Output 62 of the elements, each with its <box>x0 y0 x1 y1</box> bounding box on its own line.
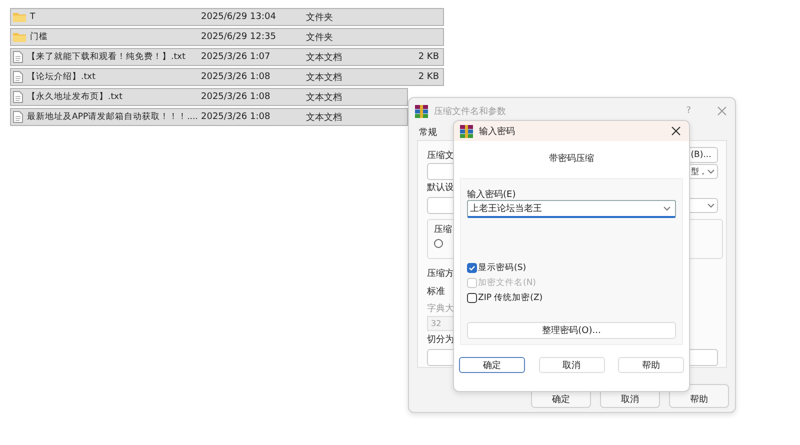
file-row[interactable]: 【来了就能下载和观看！纯免费！】.txt 2025/3/26 1:07 文本文档 2 KB <box>10 48 444 66</box>
file-date: 2025/3/26 1:08 <box>201 112 272 122</box>
file-type: 文本文档 <box>306 112 343 124</box>
organize-passwords-button[interactable]: 整理密码(O)... <box>467 322 676 339</box>
file-row[interactable]: 最新地址及APP请发邮箱自动获取！！！.... 2025/3/26 1:08 文本文档 <box>10 108 408 126</box>
file-type: 文本文档 <box>306 92 343 104</box>
file-date: 2025/6/29 13:04 <box>201 12 277 22</box>
method-value: 标准 <box>427 286 445 298</box>
file-name: 门槛 <box>30 31 48 43</box>
field-label: 压缩文 <box>427 150 454 162</box>
document-icon <box>13 91 23 103</box>
file-date: 2025/3/26 1:08 <box>201 72 272 82</box>
field-label: 压缩方 <box>427 268 454 280</box>
file-date: 2025/3/26 1:07 <box>201 52 272 62</box>
folder-icon <box>13 32 26 42</box>
dialog-button[interactable]: 帮助 <box>618 357 684 373</box>
checkbox-label: ZIP 传统加密(Z) <box>478 292 543 304</box>
window-title: 输入密码 <box>479 126 516 138</box>
dialog-button[interactable]: 确定 <box>459 357 525 373</box>
archive-icon <box>460 124 473 138</box>
file-type: 文本文档 <box>306 72 343 84</box>
file-type: 文本文档 <box>306 52 343 64</box>
file-name: 【永久地址发布页】.txt <box>27 91 122 103</box>
chevron-down-icon <box>663 206 671 211</box>
chevron-down-icon <box>707 202 715 208</box>
file-date: 2025/3/26 1:08 <box>201 92 272 102</box>
file-size: 2 KB <box>418 72 439 82</box>
close-icon <box>717 106 727 116</box>
dialog-button[interactable]: 取消 <box>538 357 604 373</box>
document-icon <box>13 71 23 83</box>
close-icon <box>671 126 681 136</box>
dictionary-field: 32 <box>427 316 454 330</box>
file-row[interactable]: 【论坛介绍】.txt 2025/3/26 1:08 文本文档 2 KB <box>10 68 444 86</box>
document-icon <box>13 111 23 123</box>
file-row[interactable]: 【永久地址发布页】.txt 2025/3/26 1:08 文本文档 <box>10 88 408 106</box>
archive-icon <box>415 104 428 118</box>
checkbox-label: 加密文件名(N) <box>478 277 536 289</box>
group-label: 压缩 <box>434 224 453 236</box>
checkbox[interactable] <box>467 263 477 273</box>
file-row[interactable]: 门槛 2025/6/29 12:35 文件夹 <box>10 28 444 46</box>
window-title: 压缩文件名和参数 <box>434 106 507 118</box>
file-name: T <box>30 12 36 22</box>
folder-icon <box>13 12 26 22</box>
checkbox-label: 显示密码(S) <box>478 262 526 274</box>
field-label: 切分为 <box>427 334 454 346</box>
file-size: 2 KB <box>418 52 439 62</box>
file-type: 文件夹 <box>306 32 334 44</box>
radio-button[interactable] <box>434 239 443 248</box>
file-type: 文件夹 <box>306 12 334 24</box>
password-field[interactable]: 上老王论坛当老王 <box>467 200 676 218</box>
tab[interactable]: 常规 <box>419 126 449 140</box>
field-label: 输入密码(E) <box>467 188 517 200</box>
field-label: 默认设 <box>427 182 454 194</box>
document-icon <box>13 51 23 63</box>
chevron-down-icon <box>707 168 715 174</box>
checkbox[interactable] <box>467 293 477 303</box>
dialog-heading: 带密码压缩 <box>549 152 594 166</box>
file-date: 2025/6/29 12:35 <box>201 32 277 42</box>
file-name: 【来了就能下载和观看！纯免费！】.txt <box>27 51 186 63</box>
file-row[interactable]: T 2025/6/29 13:04 文件夹 <box>10 8 444 26</box>
file-name: 最新地址及APP请发邮箱自动获取！！！.... <box>27 111 198 123</box>
file-name: 【论坛介绍】.txt <box>27 71 96 83</box>
